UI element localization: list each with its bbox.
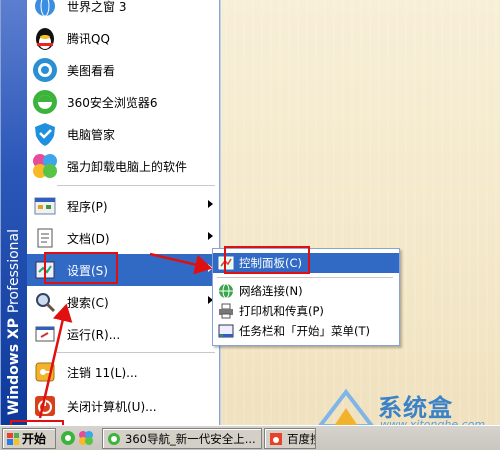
annotation-arrows <box>38 252 213 419</box>
task-label: 百度搜 <box>287 431 315 446</box>
start-button-label: 开始 <box>22 432 47 446</box>
taskbar: 开始 360导航_新一代安全上... 百度搜 <box>0 425 500 450</box>
taskbar-task-360nav[interactable]: 360导航_新一代安全上... <box>102 428 262 449</box>
arrow-start-to-settings <box>38 303 73 419</box>
browser-360-icon <box>108 432 120 445</box>
quicklaunch-browser-icon[interactable] <box>60 430 76 446</box>
quicklaunch-app-icon[interactable] <box>78 430 94 446</box>
taskbar-task-baidu[interactable]: 百度搜 <box>264 428 316 449</box>
windows-flag-icon <box>7 432 19 445</box>
start-button[interactable]: 开始 <box>2 428 56 449</box>
baidu-paw-icon <box>270 432 282 445</box>
arrow-settings-to-control-panel <box>149 252 213 275</box>
task-label: 360导航_新一代安全上... <box>125 431 256 446</box>
